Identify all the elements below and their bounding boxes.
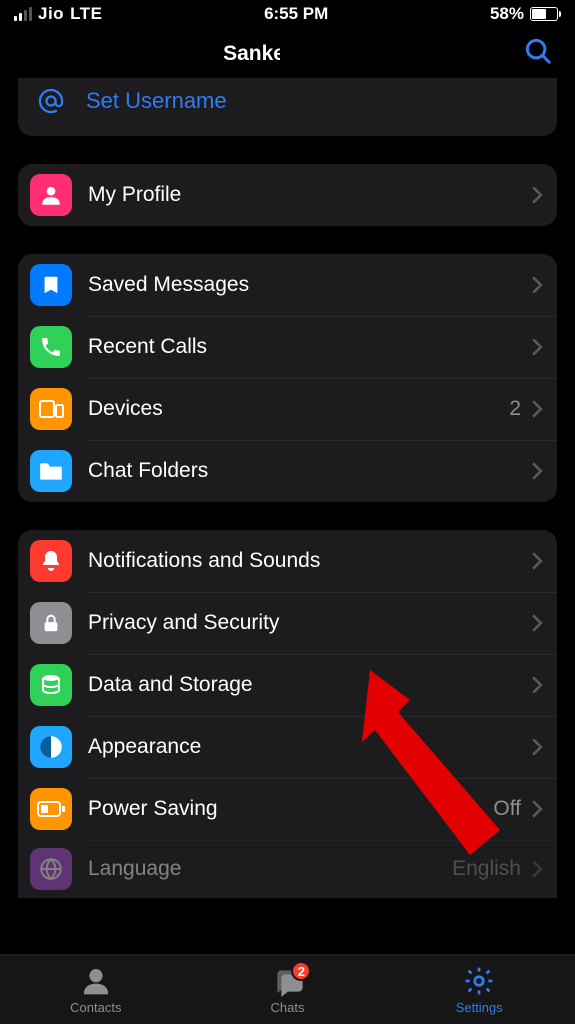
battery-pct-label: 58% [490, 4, 524, 24]
row-label: Chat Folders [88, 459, 531, 483]
database-icon [30, 664, 72, 706]
tab-contacts[interactable]: Contacts [0, 955, 192, 1024]
lock-icon [30, 602, 72, 644]
row-saved-messages[interactable]: Saved Messages [18, 254, 557, 316]
chevron-right-icon [531, 800, 543, 818]
row-value: 2 [509, 397, 521, 421]
chevron-right-icon [531, 186, 543, 204]
row-value: Off [493, 797, 521, 821]
section-general: Saved Messages Recent Calls Devices 2 Ch… [18, 254, 557, 502]
profile-icon [30, 174, 72, 216]
contacts-icon [80, 965, 112, 997]
row-devices[interactable]: Devices 2 [18, 378, 557, 440]
row-language[interactable]: Language English [18, 840, 557, 898]
page-header: Sanket [0, 28, 575, 80]
chevron-right-icon [531, 552, 543, 570]
appearance-icon [30, 726, 72, 768]
carrier-label: Jio [38, 4, 64, 24]
row-value: English [452, 857, 521, 881]
row-label: Devices [88, 397, 509, 421]
set-username-row[interactable]: Set Username [18, 78, 557, 136]
signal-icon [14, 7, 32, 21]
search-icon [523, 36, 553, 66]
row-power-saving[interactable]: Power Saving Off [18, 778, 557, 840]
chats-badge: 2 [291, 961, 311, 981]
row-label: My Profile [88, 183, 531, 207]
chevron-right-icon [531, 400, 543, 418]
search-button[interactable] [523, 36, 553, 71]
redacted-area [280, 37, 460, 71]
folder-icon [30, 450, 72, 492]
tab-label: Contacts [70, 1000, 121, 1015]
row-label: Saved Messages [88, 273, 531, 297]
row-label: Notifications and Sounds [88, 549, 531, 573]
status-left: Jio LTE [14, 4, 102, 24]
tab-bar: Contacts 2 Chats Settings [0, 954, 575, 1024]
row-label: Data and Storage [88, 673, 531, 697]
row-notifications[interactable]: Notifications and Sounds [18, 530, 557, 592]
tab-label: Chats [271, 1000, 305, 1015]
section-settings: Notifications and Sounds Privacy and Sec… [18, 530, 557, 898]
section-profile: My Profile [18, 164, 557, 226]
bell-icon [30, 540, 72, 582]
chevron-right-icon [531, 276, 543, 294]
tab-chats[interactable]: 2 Chats [192, 955, 384, 1024]
row-my-profile[interactable]: My Profile [18, 164, 557, 226]
row-chat-folders[interactable]: Chat Folders [18, 440, 557, 502]
chevron-right-icon [531, 462, 543, 480]
settings-icon [463, 965, 495, 997]
network-label: LTE [70, 4, 102, 24]
set-username-label: Set Username [86, 88, 227, 114]
phone-icon [30, 326, 72, 368]
status-bar: Jio LTE 6:55 PM 58% [0, 0, 575, 28]
chevron-right-icon [531, 860, 543, 878]
clock-label: 6:55 PM [264, 4, 328, 24]
chevron-right-icon [531, 738, 543, 756]
row-label: Privacy and Security [88, 611, 531, 635]
at-icon [34, 84, 68, 118]
status-right: 58% [490, 4, 561, 24]
row-data-storage[interactable]: Data and Storage [18, 654, 557, 716]
tab-settings[interactable]: Settings [383, 955, 575, 1024]
row-privacy-security[interactable]: Privacy and Security [18, 592, 557, 654]
row-label: Language [88, 857, 452, 881]
row-recent-calls[interactable]: Recent Calls [18, 316, 557, 378]
globe-icon [30, 848, 72, 890]
chevron-right-icon [531, 614, 543, 632]
section-account: Set Username [18, 78, 557, 136]
devices-icon [30, 388, 72, 430]
bookmark-icon [30, 264, 72, 306]
row-appearance[interactable]: Appearance [18, 716, 557, 778]
battery-icon [30, 788, 72, 830]
tab-label: Settings [456, 1000, 503, 1015]
chevron-right-icon [531, 676, 543, 694]
row-label: Power Saving [88, 797, 493, 821]
chevron-right-icon [531, 338, 543, 356]
row-label: Appearance [88, 735, 531, 759]
battery-icon [530, 7, 561, 21]
row-label: Recent Calls [88, 335, 531, 359]
